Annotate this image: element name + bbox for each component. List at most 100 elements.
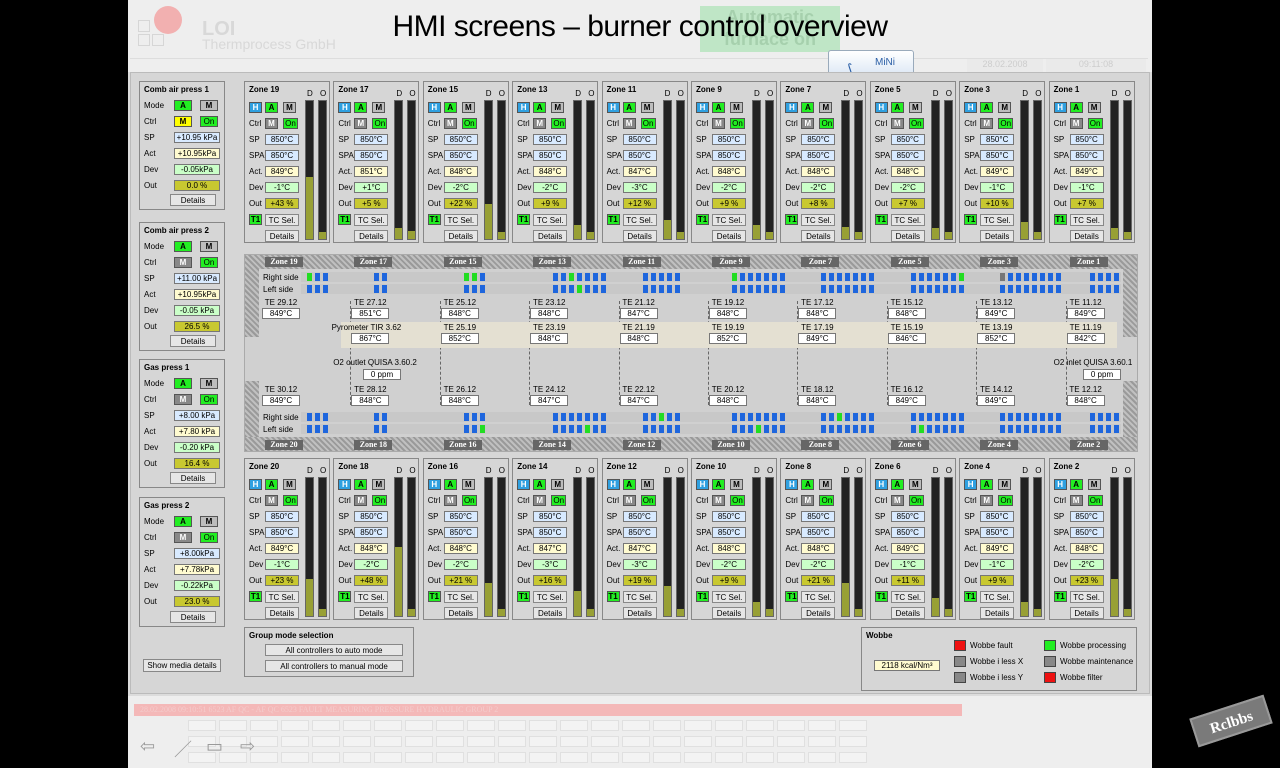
sp-value[interactable]: +8.00 kPa — [174, 410, 220, 421]
details-button[interactable]: Details — [533, 607, 568, 619]
sp-value[interactable]: +10.95 kPa — [174, 132, 220, 143]
tc-select-button[interactable]: TC Sel. — [712, 214, 746, 226]
tc-select-button[interactable]: TC Sel. — [980, 214, 1015, 226]
tc-select-button[interactable]: TC Sel. — [1069, 591, 1104, 603]
tc-select-button[interactable]: TC Sel. — [265, 591, 299, 603]
manual-mode-button[interactable]: M — [1087, 479, 1101, 490]
details-button[interactable]: Details — [265, 607, 299, 619]
sp-value[interactable]: 850°C — [533, 511, 568, 522]
auto-mode-button[interactable]: A — [265, 479, 278, 490]
sp-value[interactable]: 850°C — [980, 511, 1015, 522]
tc-select-button[interactable]: TC Sel. — [622, 214, 657, 226]
sp-value[interactable]: 850°C — [354, 511, 389, 522]
auto-mode-button[interactable]: A — [265, 102, 278, 113]
tc-select-button[interactable]: TC Sel. — [1069, 214, 1104, 226]
hand-mode-button[interactable]: H — [427, 102, 441, 113]
manual-mode-button[interactable]: M — [998, 102, 1012, 113]
details-button[interactable]: Details — [265, 230, 299, 242]
hand-mode-button[interactable]: H — [249, 479, 262, 490]
details-button[interactable]: Details — [712, 607, 746, 619]
prev-slide-icon[interactable]: ⇦ — [140, 736, 155, 757]
tc-select-button[interactable]: TC Sel. — [712, 591, 746, 603]
manual-mode-button[interactable]: M — [819, 479, 833, 490]
details-button[interactable]: Details — [712, 230, 746, 242]
all-manual-button[interactable]: All controllers to manual mode — [265, 660, 403, 672]
hand-mode-button[interactable]: H — [696, 102, 709, 113]
hand-mode-button[interactable]: H — [785, 479, 799, 490]
manual-mode-button[interactable]: M — [461, 479, 475, 490]
hand-mode-button[interactable]: H — [606, 479, 620, 490]
details-button[interactable]: Details — [980, 607, 1015, 619]
manual-mode-button[interactable]: M — [730, 479, 743, 490]
hand-mode-button[interactable]: H — [874, 479, 888, 490]
manual-mode-button[interactable]: M — [551, 102, 565, 113]
hand-mode-button[interactable]: H — [785, 102, 799, 113]
hand-mode-button[interactable]: H — [964, 102, 978, 113]
details-button[interactable]: Details — [443, 607, 478, 619]
sp-value[interactable]: 850°C — [890, 511, 925, 522]
manual-mode-button[interactable]: M — [200, 516, 218, 527]
details-button[interactable]: Details — [170, 472, 216, 484]
tc-select-button[interactable]: TC Sel. — [890, 214, 925, 226]
auto-mode-button[interactable]: A — [174, 100, 192, 111]
sp-value[interactable]: 850°C — [980, 134, 1015, 145]
manual-mode-button[interactable]: M — [372, 479, 386, 490]
manual-mode-button[interactable]: M — [283, 102, 296, 113]
tc-select-button[interactable]: TC Sel. — [265, 214, 299, 226]
manual-mode-button[interactable]: M — [283, 479, 296, 490]
auto-mode-button[interactable]: A — [712, 102, 725, 113]
sp-value[interactable]: 850°C — [712, 134, 746, 145]
auto-mode-button[interactable]: A — [1069, 102, 1083, 113]
auto-mode-button[interactable]: A — [174, 516, 192, 527]
auto-mode-button[interactable]: A — [980, 102, 994, 113]
manual-mode-button[interactable]: M — [998, 479, 1012, 490]
sp-value[interactable]: 850°C — [801, 134, 836, 145]
hand-mode-button[interactable]: H — [1053, 479, 1067, 490]
details-button[interactable]: Details — [622, 607, 657, 619]
sp-value[interactable]: 850°C — [1069, 511, 1104, 522]
auto-mode-button[interactable]: A — [801, 479, 815, 490]
details-button[interactable]: Details — [443, 230, 478, 242]
details-button[interactable]: Details — [980, 230, 1015, 242]
sp-value[interactable]: 850°C — [265, 511, 299, 522]
details-button[interactable]: Details — [801, 230, 836, 242]
details-button[interactable]: Details — [1069, 607, 1104, 619]
auto-mode-button[interactable]: A — [712, 479, 725, 490]
tc-select-button[interactable]: TC Sel. — [890, 591, 925, 603]
sp-value[interactable]: 850°C — [533, 134, 568, 145]
auto-mode-button[interactable]: A — [890, 479, 904, 490]
auto-mode-button[interactable]: A — [443, 479, 457, 490]
details-button[interactable]: Details — [354, 230, 389, 242]
manual-mode-button[interactable]: M — [908, 102, 922, 113]
auto-mode-button[interactable]: A — [890, 102, 904, 113]
show-media-details-button[interactable]: Show media details — [143, 659, 221, 672]
tc-select-button[interactable]: TC Sel. — [980, 591, 1015, 603]
details-button[interactable]: Details — [890, 607, 925, 619]
manual-mode-button[interactable]: M — [640, 479, 654, 490]
auto-mode-button[interactable]: A — [354, 102, 368, 113]
menu-icon[interactable]: ▭ — [206, 736, 223, 757]
manual-mode-button[interactable]: M — [200, 378, 218, 389]
tc-select-button[interactable]: TC Sel. — [622, 591, 657, 603]
details-button[interactable]: Details — [1069, 230, 1104, 242]
manual-mode-button[interactable]: M — [1087, 102, 1101, 113]
all-auto-button[interactable]: All controllers to auto mode — [265, 644, 403, 656]
details-button[interactable]: Details — [622, 230, 657, 242]
sp-value[interactable]: 850°C — [443, 511, 478, 522]
tc-select-button[interactable]: TC Sel. — [354, 591, 389, 603]
tc-select-button[interactable]: TC Sel. — [801, 214, 836, 226]
sp-value[interactable]: 850°C — [801, 511, 836, 522]
tc-select-button[interactable]: TC Sel. — [533, 214, 568, 226]
sp-value[interactable]: 850°C — [1069, 134, 1104, 145]
hand-mode-button[interactable]: H — [964, 479, 978, 490]
sp-value[interactable]: 850°C — [354, 134, 389, 145]
details-button[interactable]: Details — [890, 230, 925, 242]
hand-mode-button[interactable]: H — [874, 102, 888, 113]
manual-mode-button[interactable]: M — [551, 479, 565, 490]
details-button[interactable]: Details — [354, 607, 389, 619]
auto-mode-button[interactable]: A — [622, 102, 636, 113]
sp-value[interactable]: 850°C — [622, 134, 657, 145]
hand-mode-button[interactable]: H — [338, 102, 352, 113]
pen-icon[interactable]: ／ — [174, 736, 192, 762]
hand-mode-button[interactable]: H — [696, 479, 709, 490]
